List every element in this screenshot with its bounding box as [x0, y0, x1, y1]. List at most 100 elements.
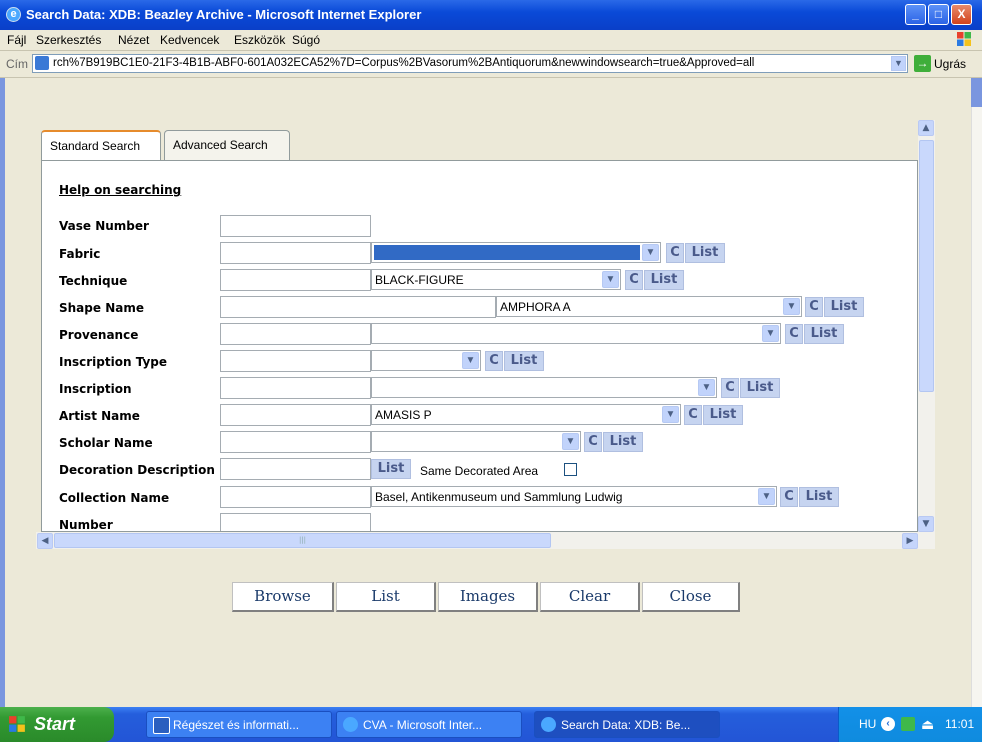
technique-list-button[interactable]: List — [644, 270, 684, 290]
chevron-down-icon[interactable]: ▼ — [758, 488, 775, 505]
artist-name-clear-button[interactable]: C — [684, 405, 702, 425]
shape-name-clear-button[interactable]: C — [805, 297, 823, 317]
menu-tools[interactable]: Eszközök — [234, 33, 285, 47]
technique-clear-button[interactable]: C — [625, 270, 643, 290]
clock: 11:01 — [945, 717, 975, 731]
artist-name-select[interactable]: AMASIS P ▼ — [371, 404, 681, 425]
maximize-button[interactable]: □ — [928, 4, 949, 25]
scholar-name-clear-button[interactable]: C — [584, 432, 602, 452]
windows-flag-icon — [9, 716, 25, 732]
scroll-left-icon[interactable]: ◀ — [37, 533, 53, 549]
tab-standard-search[interactable]: Standard Search — [41, 130, 161, 161]
scroll-right-icon[interactable]: ▶ — [902, 533, 918, 549]
tab-advanced-label: Advanced Search — [173, 138, 268, 152]
provenance-clear-button[interactable]: C — [785, 324, 803, 344]
close-button[interactable]: Close — [642, 582, 740, 612]
artist-name-input[interactable] — [220, 404, 371, 426]
page-scrollbar[interactable] — [971, 107, 982, 707]
inscription-type-clear-button[interactable]: C — [485, 351, 503, 371]
artist-name-list-button[interactable]: List — [703, 405, 743, 425]
inscription-type-input[interactable] — [220, 350, 371, 372]
vase-number-input[interactable] — [220, 215, 371, 237]
minimize-button[interactable]: _ — [905, 4, 926, 25]
go-arrow-icon[interactable]: → — [914, 55, 931, 72]
task-cva-ie[interactable]: CVA - Microsoft Inter... — [336, 711, 522, 738]
scholar-name-list-button[interactable]: List — [603, 432, 643, 452]
chevron-down-icon[interactable]: ▼ — [562, 433, 579, 450]
fabric-list-button[interactable]: List — [685, 243, 725, 263]
inscription-list-button[interactable]: List — [740, 378, 780, 398]
fabric-clear-button[interactable]: C — [666, 243, 684, 263]
collection-name-input[interactable] — [220, 486, 371, 508]
vertical-scroll-thumb[interactable] — [919, 140, 934, 392]
inscription-input[interactable] — [220, 377, 371, 399]
scroll-down-icon[interactable]: ▼ — [918, 516, 934, 532]
inscription-select[interactable]: ▼ — [371, 377, 717, 398]
menu-favorites[interactable]: Kedvencek — [160, 33, 219, 47]
browse-button[interactable]: Browse — [232, 582, 334, 612]
address-url[interactable]: rch%7B919BC1E0-21F3-4B1B-ABF0-601A032ECA… — [53, 57, 883, 69]
provenance-input[interactable] — [220, 323, 371, 345]
decoration-list-button[interactable]: List — [371, 459, 411, 479]
menu-edit[interactable]: Szerkesztés — [36, 33, 101, 47]
network-icon[interactable] — [901, 717, 915, 731]
technique-select[interactable]: BLACK-FIGURE ▼ — [371, 269, 621, 290]
menu-help[interactable]: Súgó — [292, 33, 320, 47]
inscription-clear-button[interactable]: C — [721, 378, 739, 398]
help-link[interactable]: Help on searching — [59, 183, 181, 197]
menu-view[interactable]: Nézet — [118, 33, 149, 47]
task-search-data-ie[interactable]: Search Data: XDB: Be... — [534, 711, 720, 738]
chevron-down-icon[interactable]: ▼ — [642, 244, 659, 261]
shape-name-input[interactable] — [220, 296, 496, 318]
collection-name-label: Collection Name — [59, 491, 170, 505]
collection-name-select[interactable]: Basel, Antikenmuseum und Sammlung Ludwig… — [371, 486, 777, 507]
collection-name-list-button[interactable]: List — [799, 487, 839, 507]
system-tray: HU ‹ ⏏ 11:01 — [838, 707, 982, 742]
close-window-button[interactable]: X — [951, 4, 972, 25]
chevron-down-icon[interactable]: ▼ — [462, 352, 479, 369]
scroll-up-icon[interactable]: ▲ — [918, 120, 934, 136]
shape-name-list-button[interactable]: List — [824, 297, 864, 317]
address-input[interactable]: rch%7B919BC1E0-21F3-4B1B-ABF0-601A032ECA… — [32, 54, 908, 73]
taskbar: Start Régészet és informati... CVA - Mic… — [0, 707, 982, 742]
menu-file[interactable]: Fájl — [7, 33, 26, 47]
chevron-down-icon[interactable]: ▼ — [783, 298, 800, 315]
provenance-list-button[interactable]: List — [804, 324, 844, 344]
fabric-selected-highlight — [374, 245, 640, 260]
go-button[interactable]: Ugrás — [934, 57, 966, 71]
chevron-down-icon[interactable]: ▼ — [698, 379, 715, 396]
form-horizontal-scrollbar[interactable]: ◀ ||| ▶ — [36, 532, 935, 549]
tab-standard-label: Standard Search — [50, 139, 141, 153]
language-indicator[interactable]: HU — [859, 717, 876, 731]
scholar-name-select[interactable]: ▼ — [371, 431, 581, 452]
technique-input[interactable] — [220, 269, 371, 291]
decoration-description-input[interactable] — [220, 458, 371, 480]
scholar-name-input[interactable] — [220, 431, 371, 453]
safely-remove-icon[interactable]: ⏏ — [921, 716, 934, 733]
list-button[interactable]: List — [336, 582, 436, 612]
tab-advanced-search[interactable]: Advanced Search — [164, 130, 290, 160]
horizontal-scroll-thumb[interactable]: ||| — [54, 533, 551, 548]
task-label: Régészet és informati... — [173, 718, 300, 732]
inscription-type-select[interactable]: ▼ — [371, 350, 481, 371]
number-input[interactable] — [220, 513, 371, 531]
provenance-select[interactable]: ▼ — [371, 323, 781, 344]
chevron-down-icon[interactable]: ▼ — [662, 406, 679, 423]
address-dropdown-icon[interactable]: ▼ — [891, 56, 906, 71]
same-decorated-area-checkbox[interactable] — [564, 463, 577, 476]
form-vertical-scrollbar[interactable]: ▲ ▼ — [918, 120, 935, 532]
fabric-select[interactable]: ▼ — [371, 242, 661, 263]
chevron-down-icon[interactable]: ▼ — [602, 271, 619, 288]
shape-name-select[interactable]: AMPHORA A ▼ — [496, 296, 802, 317]
clear-button[interactable]: Clear — [540, 582, 640, 612]
tray-arrow-icon[interactable]: ‹ — [881, 717, 895, 731]
images-button[interactable]: Images — [438, 582, 538, 612]
shape-name-value: AMPHORA A — [500, 300, 571, 314]
start-button[interactable]: Start — [0, 707, 114, 742]
inscription-type-list-button[interactable]: List — [504, 351, 544, 371]
collection-name-clear-button[interactable]: C — [780, 487, 798, 507]
task-word-document[interactable]: Régészet és informati... — [146, 711, 332, 738]
chevron-down-icon[interactable]: ▼ — [762, 325, 779, 342]
page-icon — [35, 56, 49, 70]
fabric-input[interactable] — [220, 242, 371, 264]
